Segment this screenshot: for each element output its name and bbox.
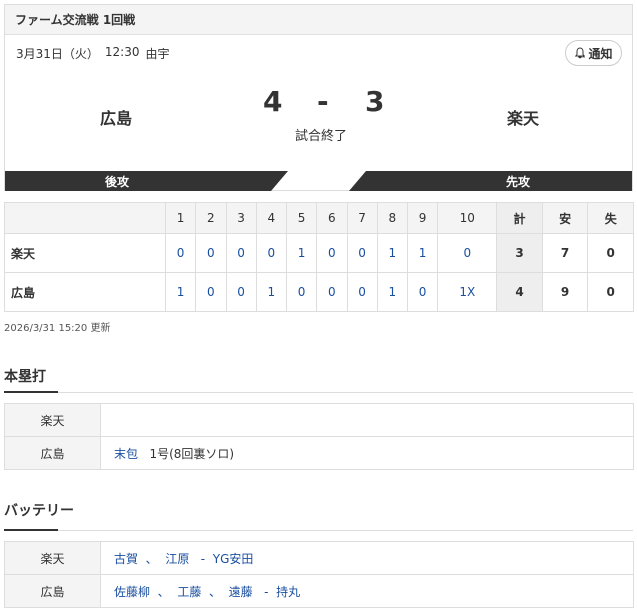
home-side-label: 後攻 xyxy=(105,174,130,189)
home-team-name[interactable]: 広島 xyxy=(100,105,132,129)
errors-cell: 0 xyxy=(587,272,634,312)
inning-cell[interactable]: 0 xyxy=(346,272,378,312)
table-row: 広島 末包 1号(8回裏ソロ) xyxy=(4,436,634,470)
battery-detail: 佐藤柳 、 工藤 、 遠藤 - 持丸 xyxy=(100,574,634,608)
errors-header: 失 xyxy=(587,202,634,234)
inning-cell[interactable]: 0 xyxy=(285,272,318,312)
inning-cell[interactable]: 0 xyxy=(195,233,227,273)
inning-cell[interactable]: 0 xyxy=(316,233,348,273)
inning-cell[interactable]: 1 xyxy=(406,233,439,273)
homerun-detail xyxy=(100,403,634,437)
game-date: 3月31日（火） xyxy=(16,47,99,61)
player-link[interactable]: YG安田 xyxy=(213,552,254,566)
team-label: 広島 xyxy=(4,436,101,470)
away-score: 3 xyxy=(365,85,385,118)
team-label: 楽天 xyxy=(4,541,101,575)
separator: 、 xyxy=(141,551,162,566)
separator: 、 xyxy=(153,584,174,599)
hits-cell: 9 xyxy=(541,272,589,312)
team-header xyxy=(4,202,166,234)
inning-header: 6 xyxy=(316,202,348,234)
inning-header: 10 xyxy=(437,202,498,234)
player-link[interactable]: 持丸 xyxy=(276,585,300,599)
separator: - xyxy=(193,551,209,566)
team-label: 楽天 xyxy=(4,403,101,437)
table-row: 楽天 0 0 0 0 1 0 0 1 1 0 3 7 0 xyxy=(4,233,634,273)
inning-cell[interactable]: 0 xyxy=(437,233,498,273)
player-link[interactable]: 遠藤 xyxy=(229,585,253,599)
bell-icon xyxy=(575,47,586,59)
inning-header: 3 xyxy=(225,202,257,234)
table-row: 楽天 xyxy=(4,403,634,437)
inning-header: 8 xyxy=(376,202,409,234)
player-link[interactable]: 江原 xyxy=(165,552,189,566)
inning-cell[interactable]: 0 xyxy=(225,272,257,312)
game-info: 3月31日（火） 12:30 由宇 xyxy=(16,45,170,62)
team-cell: 楽天 xyxy=(4,233,166,273)
table-row: 広島 1 0 0 1 0 0 0 1 0 1X 4 9 0 xyxy=(4,272,634,312)
inning-cell[interactable]: 0 xyxy=(406,272,439,312)
inning-cell[interactable]: 0 xyxy=(316,272,348,312)
inning-header: 2 xyxy=(195,202,227,234)
separator: 、 xyxy=(205,584,225,599)
inning-cell[interactable]: 1 xyxy=(285,233,318,273)
inning-cell[interactable]: 1 xyxy=(164,272,197,312)
inning-cell[interactable]: 1 xyxy=(376,272,409,312)
inning-cell[interactable]: 0 xyxy=(346,233,378,273)
player-link[interactable]: 工藤 xyxy=(177,585,201,599)
inning-cell[interactable]: 0 xyxy=(225,233,257,273)
inning-cell[interactable]: 1 xyxy=(255,272,288,312)
inning-cell[interactable]: 0 xyxy=(195,272,227,312)
updated-timestamp: 2026/3/31 15:20 更新 xyxy=(4,323,111,334)
table-row: 広島 佐藤柳 、 工藤 、 遠藤 - 持丸 xyxy=(4,574,634,608)
away-team-name[interactable]: 楽天 xyxy=(507,105,539,129)
errors-cell: 0 xyxy=(587,233,634,273)
away-side-label: 先攻 xyxy=(506,174,531,189)
player-link[interactable]: 佐藤柳 xyxy=(114,585,150,599)
battery-divider xyxy=(4,529,633,531)
homerun-detail: 末包 1号(8回裏ソロ) xyxy=(100,436,634,470)
game-time: 12:30 xyxy=(104,45,140,59)
inning-header: 1 xyxy=(164,202,197,234)
notify-label: 通知 xyxy=(588,46,613,61)
inning-header: 5 xyxy=(285,202,318,234)
game-header: ファーム交流戦 1回戦 xyxy=(5,5,632,35)
inning-cell[interactable]: 1 xyxy=(376,233,409,273)
homeruns-table: 楽天 広島 末包 1号(8回裏ソロ) xyxy=(4,403,634,470)
battery-detail: 古賀 、 江原 - YG安田 xyxy=(100,541,634,575)
score-dash: - xyxy=(317,85,329,118)
battery-title: バッテリー xyxy=(4,503,74,519)
hits-cell: 7 xyxy=(541,233,589,273)
total-header: 計 xyxy=(496,202,543,234)
team-cell: 広島 xyxy=(4,272,166,312)
homeruns-divider xyxy=(4,391,633,393)
inning-header: 7 xyxy=(346,202,378,234)
inning-header: 9 xyxy=(406,202,439,234)
home-score: 4 xyxy=(263,85,283,118)
notify-button[interactable]: 通知 xyxy=(565,40,622,66)
away-side-bar: 先攻 xyxy=(349,171,632,191)
home-side-bar: 後攻 xyxy=(5,171,288,191)
game-status: 試合終了 xyxy=(295,129,348,144)
linescore-table: 1 2 3 4 5 6 7 8 9 10 計 安 失 楽天 0 0 0 0 1 … xyxy=(4,202,634,312)
hits-header: 安 xyxy=(541,202,589,234)
inning-header: 4 xyxy=(255,202,288,234)
battery-table: 楽天 古賀 、 江原 - YG安田 広島 佐藤柳 、 工藤 、 遠藤 - 持丸 xyxy=(4,541,634,608)
homeruns-title: 本塁打 xyxy=(4,369,46,385)
total-cell: 3 xyxy=(496,233,543,273)
player-link[interactable]: 古賀 xyxy=(114,552,138,566)
homerun-info: 1号(8回裏ソロ) xyxy=(149,446,235,461)
inning-cell[interactable]: 0 xyxy=(164,233,197,273)
linescore-header-row: 1 2 3 4 5 6 7 8 9 10 計 安 失 xyxy=(4,202,634,234)
game-venue: 由宇 xyxy=(145,47,170,61)
inning-cell[interactable]: 0 xyxy=(255,233,288,273)
team-label: 広島 xyxy=(4,574,101,608)
total-cell: 4 xyxy=(496,272,543,312)
player-link[interactable]: 末包 xyxy=(114,447,138,461)
inning-cell[interactable]: 1X xyxy=(437,272,498,312)
table-row: 楽天 古賀 、 江原 - YG安田 xyxy=(4,541,634,575)
separator: - xyxy=(256,584,273,599)
game-box: ファーム交流戦 1回戦 3月31日（火） 12:30 由宇 通知 広島 4 - … xyxy=(4,4,633,191)
